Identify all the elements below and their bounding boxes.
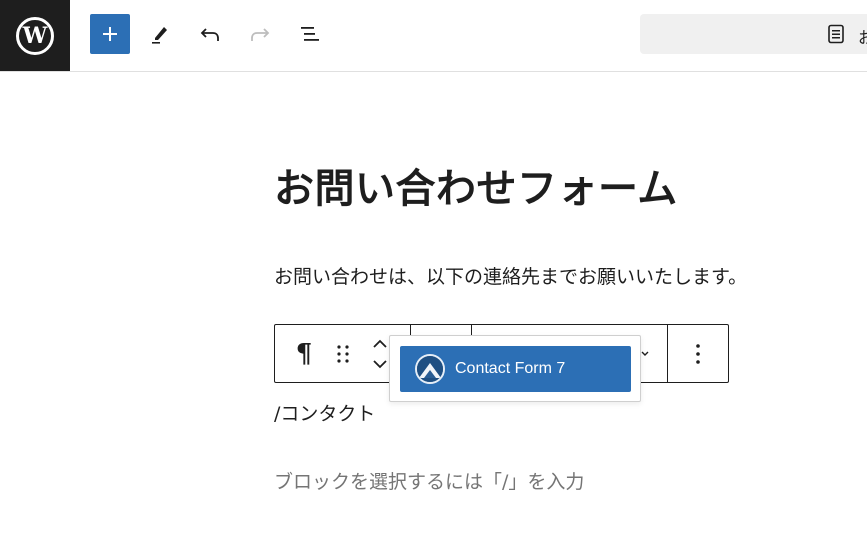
block-options-button[interactable]	[680, 325, 716, 382]
wordpress-icon: W	[16, 16, 54, 55]
block-appender-placeholder[interactable]: ブロックを選択するには「/」を入力	[274, 467, 584, 494]
add-block-button[interactable]	[90, 14, 130, 54]
chevron-up-down-icon	[373, 339, 387, 368]
chevron-down-icon	[641, 351, 649, 356]
pencil-icon	[152, 27, 167, 44]
post-title[interactable]: お問い合わせフォーム	[274, 156, 678, 214]
paragraph-block[interactable]: お問い合わせは、以下の連絡先までお願いいたします。	[274, 262, 747, 289]
editor-header: W お	[0, 0, 867, 72]
undo-icon	[200, 28, 219, 41]
slash-command-input[interactable]: /コンタクト	[274, 399, 375, 426]
autocomplete-option-label: Contact Form 7	[455, 360, 566, 377]
document-overview-button[interactable]	[290, 14, 330, 54]
document-bar[interactable]: お	[640, 14, 867, 54]
autocomplete-option-contact-form-7[interactable]: Contact Form 7	[400, 346, 631, 392]
block-autocomplete-popover: Contact Form 7	[389, 335, 641, 402]
tools-button[interactable]	[140, 14, 180, 54]
redo-button[interactable]	[240, 14, 280, 54]
toolbar-divider	[667, 325, 668, 382]
drag-handle-icon	[337, 344, 349, 363]
wordpress-logo-button[interactable]: W	[0, 0, 70, 71]
plus-icon	[103, 27, 117, 41]
cf7-mountain-icon	[415, 354, 445, 384]
paragraph-icon: ¶	[295, 338, 313, 369]
document-title: お	[858, 28, 867, 47]
redo-icon	[251, 28, 270, 41]
undo-button[interactable]	[190, 14, 230, 54]
block-type-button[interactable]: ¶	[287, 325, 321, 382]
list-view-icon	[301, 27, 319, 41]
more-vertical-icon	[696, 343, 700, 364]
wordpress-logo-letter: W	[22, 22, 48, 49]
drag-handle[interactable]	[331, 325, 355, 382]
page-icon	[828, 24, 844, 44]
